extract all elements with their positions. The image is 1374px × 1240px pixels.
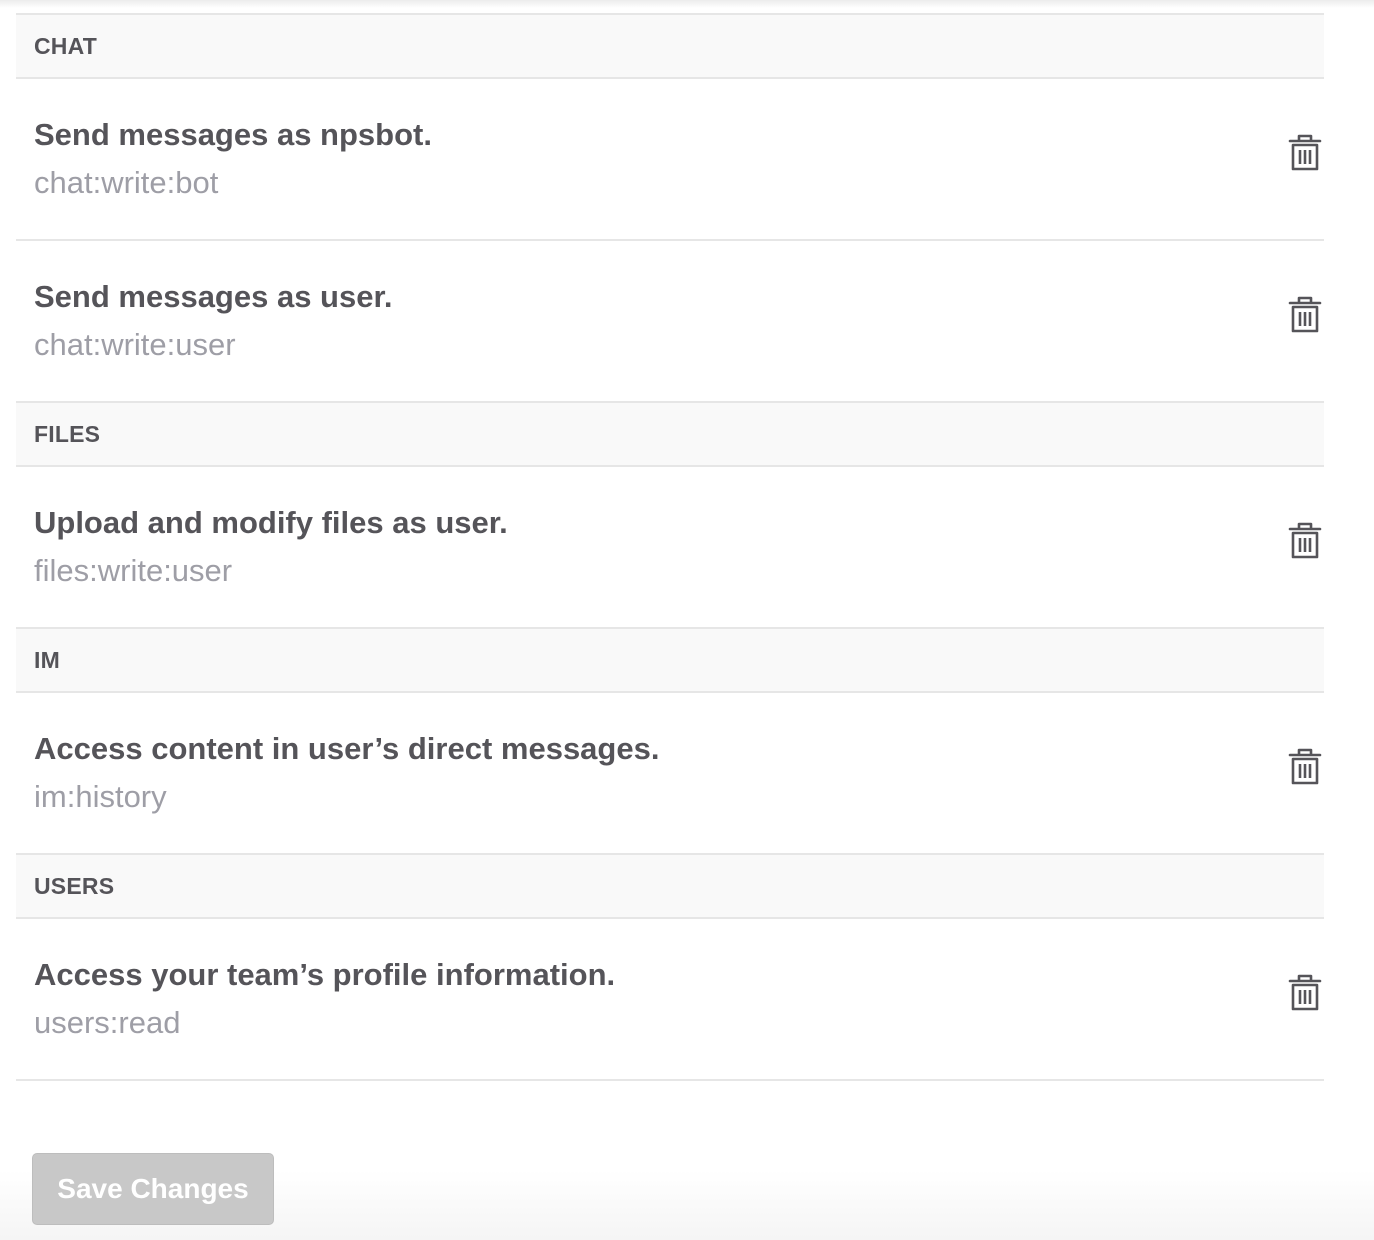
scope-list: CHAT Send messages as npsbot. chat:write… [16,13,1324,1081]
scope-title: Access content in user’s direct messages… [34,731,660,766]
trash-icon[interactable] [1288,748,1322,786]
trash-icon[interactable] [1288,134,1322,172]
section-header-im: IM [16,629,1324,693]
trash-icon[interactable] [1288,974,1322,1012]
scope-code: chat:write:user [34,327,236,362]
save-changes-button[interactable]: Save Changes [32,1153,274,1225]
oauth-scopes-page: CHAT Send messages as npsbot. chat:write… [0,0,1374,1240]
scope-code: users:read [34,1005,181,1040]
scope-row: Upload and modify files as user. files:w… [16,467,1324,629]
section-header-files: FILES [16,403,1324,467]
section-header-users: USERS [16,855,1324,919]
scope-title: Upload and modify files as user. [34,505,508,540]
scope-code: files:write:user [34,553,233,588]
scope-code: chat:write:bot [34,165,219,200]
scope-title: Access your team’s profile information. [34,957,616,992]
top-shadow [0,0,1374,8]
scope-row: Send messages as npsbot. chat:write:bot [16,79,1324,241]
trash-icon[interactable] [1288,296,1322,334]
scope-code: im:history [34,779,167,814]
trash-icon[interactable] [1288,522,1322,560]
scope-row: Send messages as user. chat:write:user [16,241,1324,403]
scope-title: Send messages as user. [34,279,393,314]
scope-row: Access your team’s profile information. … [16,919,1324,1081]
scope-row: Access content in user’s direct messages… [16,693,1324,855]
section-header-chat: CHAT [16,15,1324,79]
scope-title: Send messages as npsbot. [34,117,432,152]
